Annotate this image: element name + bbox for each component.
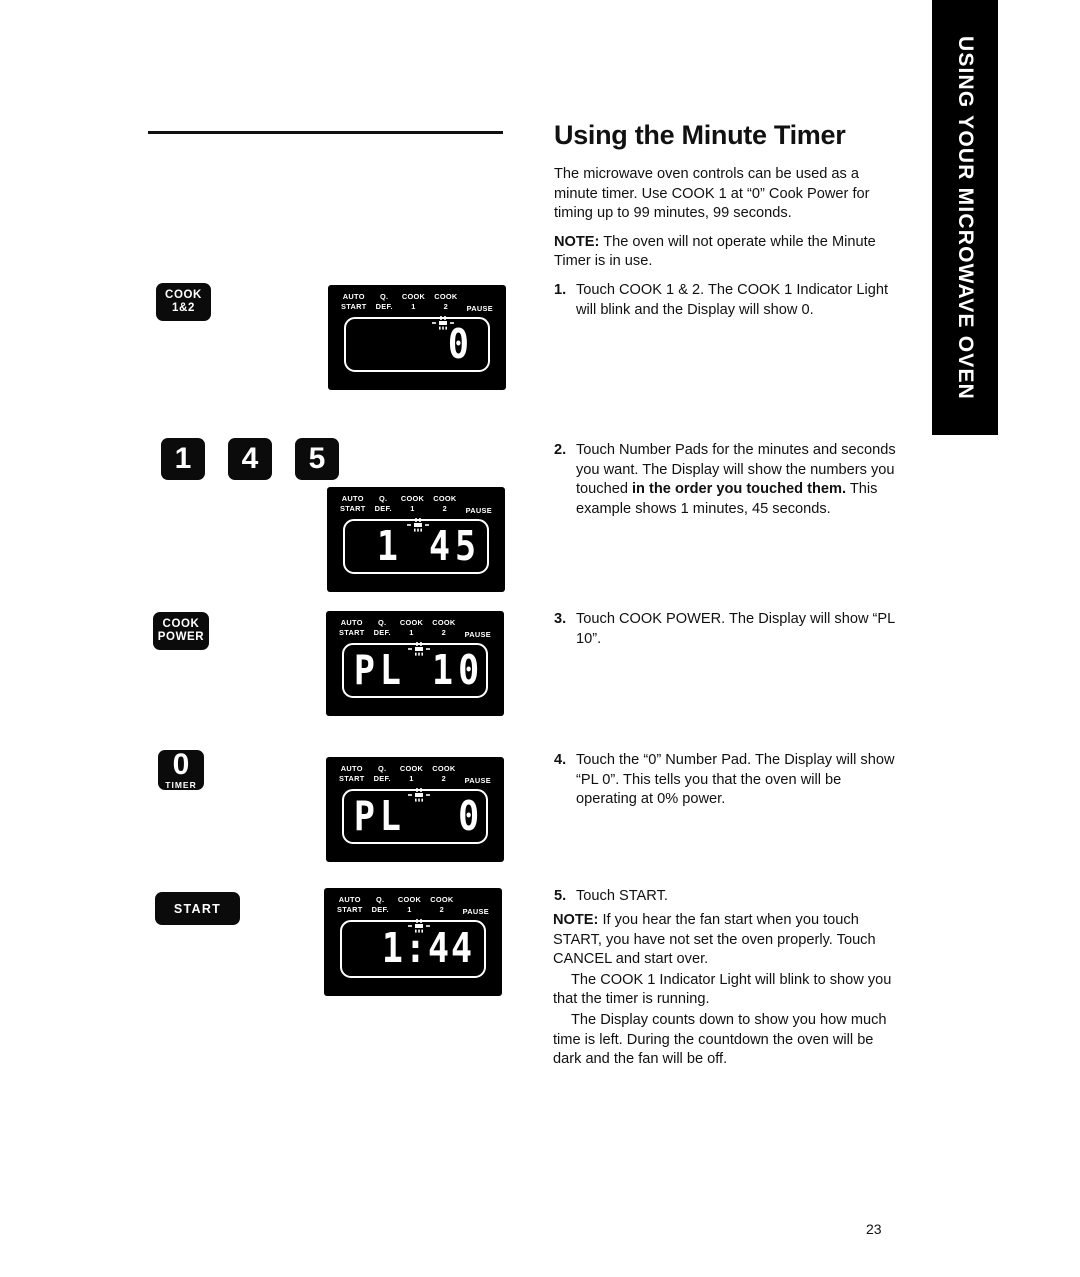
tag-cook-2: COOK 2: [432, 764, 456, 783]
key-pad-5-label: 5: [308, 442, 326, 475]
instructions-column: Using the Minute Timer The microwave ove…: [554, 120, 904, 281]
closing-paragraph-2: The Display counts down to show you how …: [553, 1011, 887, 1068]
display-value: PL 0: [353, 792, 485, 841]
step-3-number: 3.: [554, 611, 567, 627]
display-indicator-tags: AUTO START Q. DEF. COOK 1 COOK 2 PAUSE: [324, 895, 502, 917]
display-step-2: AUTO START Q. DEF. COOK 1 COOK 2 PAUSE 1…: [327, 487, 505, 592]
tag-auto-start: AUTO START: [337, 895, 363, 914]
display-screen: PL 0: [342, 788, 488, 844]
tag-cook-2: COOK 2: [430, 895, 454, 914]
tag-cook-1: COOK 1: [397, 895, 422, 914]
intro-paragraph: The microwave oven controls can be used …: [554, 166, 870, 221]
closing-paragraph-1: The COOK 1 Indicator Light will blink to…: [553, 971, 892, 1008]
tag-cook-2: COOK 2: [434, 292, 458, 311]
display-screen: 1:44: [340, 919, 486, 978]
key-cook-power-line1: COOK: [162, 618, 200, 631]
step-1: 1. Touch COOK 1 & 2. The COOK 1 Indicato…: [554, 281, 904, 320]
key-pad-4-label: 4: [241, 442, 259, 475]
display-value: 1:44: [381, 925, 475, 973]
page-number: 23: [866, 1221, 882, 1237]
manual-page: USING YOUR MICROWAVE OVEN COOK 1&2 1 4 5…: [0, 0, 1080, 1277]
display-screen: PL 10: [342, 642, 488, 698]
tag-cook-2: COOK 2: [432, 618, 456, 637]
step-4: 4. Touch the “0” Number Pad. The Display…: [554, 751, 904, 810]
tag-pause: PAUSE: [464, 629, 491, 639]
final-note: NOTE: If you hear the fan start when you…: [553, 911, 905, 970]
display-indicator-tags: AUTO START Q. DEF. COOK 1 COOK 2 PAUSE: [328, 292, 506, 314]
tag-cook-1: COOK 1: [400, 494, 425, 513]
display-step-5: AUTO START Q. DEF. COOK 1 COOK 2 PAUSE 1…: [324, 888, 502, 996]
tag-cook-2: COOK 2: [433, 494, 457, 513]
display-step-3: AUTO START Q. DEF. COOK 1 COOK 2 PAUSE P…: [326, 611, 504, 716]
tag-pause: PAUSE: [466, 303, 493, 313]
tag-pause: PAUSE: [465, 505, 492, 515]
display-value: 1 45: [376, 522, 482, 571]
key-cook-1-2[interactable]: COOK 1&2: [156, 283, 211, 321]
intro-note-text: The oven will not operate while the Minu…: [554, 233, 876, 270]
tag-auto-start: AUTO START: [339, 618, 365, 637]
key-pad-5[interactable]: 5: [295, 438, 339, 480]
key-pad-0-label: 0: [172, 747, 190, 781]
tag-q-def: Q. DEF.: [375, 292, 393, 311]
display-step-4: AUTO START Q. DEF. COOK 1 COOK 2 PAUSE P…: [326, 757, 504, 862]
tag-q-def: Q. DEF.: [373, 764, 391, 783]
section-thumb-tab-label: USING YOUR MICROWAVE OVEN: [954, 35, 977, 400]
key-start[interactable]: START: [155, 892, 240, 925]
key-pad-1-label: 1: [174, 442, 192, 475]
tag-q-def: Q. DEF.: [371, 895, 389, 914]
intro-note-label: NOTE:: [554, 233, 600, 250]
display-indicator-tags: AUTO START Q. DEF. COOK 1 COOK 2 PAUSE: [327, 494, 505, 516]
step-2-text-bold: in the order you touched them.: [632, 481, 847, 498]
final-note-label: NOTE:: [553, 912, 599, 928]
key-cook-power[interactable]: COOK POWER: [153, 612, 209, 650]
final-note-text: If you hear the fan start when you touch…: [553, 912, 876, 968]
step-2: 2. Touch Number Pads for the minutes and…: [554, 441, 904, 519]
tag-pause: PAUSE: [462, 906, 489, 916]
display-screen: 0: [344, 316, 490, 372]
key-cook-1-2-line2: 1&2: [172, 302, 195, 314]
step-2-text: Touch Number Pads for the minutes and se…: [576, 441, 904, 519]
step-3-text: Touch COOK POWER. The Display will show …: [576, 611, 895, 647]
heading-rule: [148, 131, 503, 134]
intro-note: NOTE: The oven will not operate while th…: [554, 233, 904, 272]
step-4-number: 4.: [554, 752, 567, 768]
key-cook-1-2-line1: COOK: [165, 289, 202, 302]
step-2-number: 2.: [554, 442, 567, 458]
tag-cook-1: COOK 1: [401, 292, 426, 311]
key-cook-power-line2: POWER: [157, 631, 205, 643]
tag-auto-start: AUTO START: [339, 764, 365, 783]
key-pad-0-timer-sublabel: TIMER: [165, 779, 197, 790]
step-3: 3. Touch COOK POWER. The Display will sh…: [554, 610, 904, 649]
step-5-number: 5.: [554, 888, 567, 904]
tag-cook-1: COOK 1: [399, 764, 424, 783]
step-1-text: Touch COOK 1 & 2. The COOK 1 Indicator L…: [576, 282, 889, 318]
step-1-number: 1.: [554, 282, 567, 298]
tag-q-def: Q. DEF.: [374, 494, 392, 513]
key-pad-4[interactable]: 4: [228, 438, 272, 480]
key-pad-0-timer[interactable]: 0 TIMER: [158, 747, 204, 790]
section-thumb-tab: USING YOUR MICROWAVE OVEN: [932, 0, 998, 435]
key-pad-1[interactable]: 1: [161, 438, 205, 480]
tag-cook-1: COOK 1: [399, 618, 424, 637]
tag-auto-start: AUTO START: [341, 292, 367, 311]
key-start-label: START: [173, 901, 222, 916]
display-screen: 1 45: [343, 518, 489, 574]
display-value: PL 10: [353, 646, 485, 695]
display-value: 0: [447, 320, 474, 369]
tag-q-def: Q. DEF.: [373, 618, 391, 637]
closing-notes: NOTE: If you hear the fan start when you…: [553, 911, 905, 1071]
display-step-1: AUTO START Q. DEF. COOK 1 COOK 2 PAUSE 0: [328, 285, 506, 390]
display-indicator-tags: AUTO START Q. DEF. COOK 1 COOK 2 PAUSE: [326, 764, 504, 786]
step-5-text: Touch START.: [576, 888, 668, 904]
page-title: Using the Minute Timer: [554, 120, 846, 150]
display-indicator-tags: AUTO START Q. DEF. COOK 1 COOK 2 PAUSE: [326, 618, 504, 640]
step-4-text: Touch the “0” Number Pad. The Display wi…: [576, 752, 895, 808]
tag-auto-start: AUTO START: [340, 494, 366, 513]
step-5: 5. Touch START.: [554, 887, 904, 907]
tag-pause: PAUSE: [464, 775, 491, 785]
